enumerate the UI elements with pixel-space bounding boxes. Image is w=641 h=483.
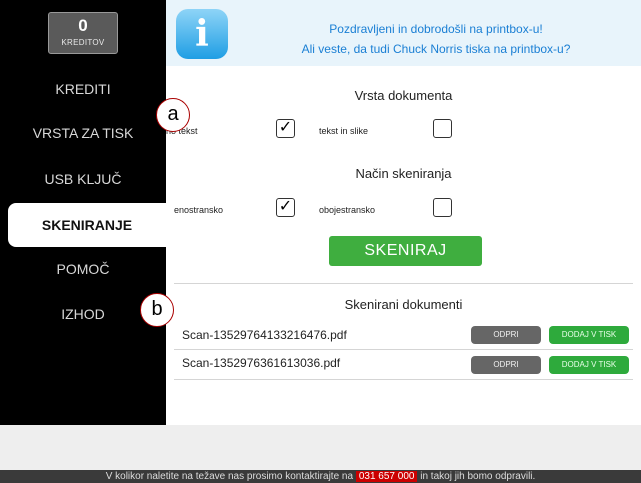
- sidebar-item-krediti[interactable]: KREDITI: [0, 67, 166, 111]
- callout-a: a: [156, 98, 190, 132]
- welcome-line-1: Pozdravljeni in dobrodošli na printbox-u…: [329, 22, 543, 36]
- option-label-double-sided: obojestransko: [319, 205, 376, 215]
- sidebar-item-vrsta-za-tisk[interactable]: VRSTA ZA TISK: [0, 111, 166, 155]
- credits-badge: 0 KREDITOV: [48, 12, 118, 54]
- credits-count: 0: [78, 16, 88, 35]
- add-to-print-button[interactable]: DODAJ V TISK: [549, 326, 629, 344]
- checkbox-double-sided[interactable]: [433, 198, 452, 217]
- option-label-text-images: tekst in slike: [319, 126, 369, 136]
- open-button[interactable]: ODPRI: [471, 326, 541, 344]
- footer-text-before: V kolikor naletite na težave nas prosimo…: [105, 471, 354, 482]
- checkbox-text-only[interactable]: ✓: [276, 119, 295, 138]
- callout-b: b: [140, 293, 174, 327]
- document-name: Scan-13529764133216476.pdf: [182, 328, 347, 342]
- footer-text-after: in takoj jih bomo odpravili.: [420, 471, 536, 482]
- divider: [174, 379, 633, 380]
- checkbox-text-images[interactable]: [433, 119, 452, 138]
- add-to-print-button[interactable]: DODAJ V TISK: [549, 356, 629, 374]
- open-button[interactable]: ODPRI: [471, 356, 541, 374]
- welcome-message: Pozdravljeni in dobrodošli na printbox-u…: [236, 19, 636, 59]
- divider: [174, 349, 633, 350]
- support-footer: V kolikor naletite na težave nas prosimo…: [0, 470, 641, 483]
- welcome-line-2: Ali veste, da tudi Chuck Norris tiska na…: [301, 42, 571, 56]
- document-name: Scan-1352976361613036.pdf: [182, 356, 341, 370]
- scan-button[interactable]: SKENIRAJ: [329, 236, 482, 266]
- bottom-area: [0, 425, 641, 470]
- support-phone[interactable]: 031 657 000: [355, 471, 418, 482]
- main-panel: i Pozdravljeni in dobrodošli na printbox…: [166, 0, 641, 470]
- header-banner: i Pozdravljeni in dobrodošli na printbox…: [166, 0, 641, 66]
- doc-type-title: Vrsta dokumenta: [354, 88, 453, 103]
- scanned-docs-title: Skenirani dokumenti: [344, 297, 463, 312]
- checkbox-single-sided[interactable]: ✓: [276, 198, 295, 217]
- scan-mode-title: Način skeniranja: [355, 166, 452, 181]
- sidebar-item-pomoc[interactable]: POMOČ: [0, 247, 166, 291]
- info-icon: i: [176, 9, 228, 59]
- credits-label: KREDITOV: [61, 38, 105, 47]
- sidebar-item-skeniranje[interactable]: SKENIRANJE: [8, 203, 166, 247]
- sidebar-item-usb-kljuc[interactable]: USB KLJUČ: [0, 157, 166, 201]
- sidebar: 0 KREDITOV KREDITI VRSTA ZA TISK USB KLJ…: [0, 0, 166, 470]
- printbox-screen: 0 KREDITOV KREDITI VRSTA ZA TISK USB KLJ…: [0, 0, 641, 483]
- option-label-single-sided: enostransko: [174, 205, 224, 215]
- divider: [174, 283, 633, 284]
